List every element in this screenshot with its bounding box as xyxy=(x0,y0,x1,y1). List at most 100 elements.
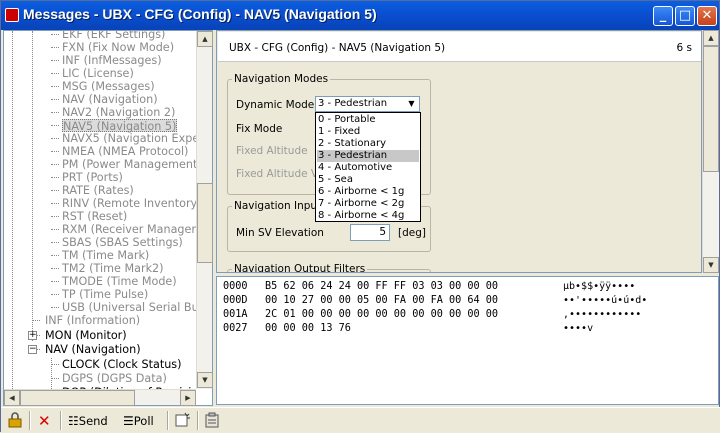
hex-bytes[interactable]: 00 00 00 13 76 xyxy=(265,322,351,336)
maximize-button[interactable]: □ xyxy=(675,6,695,26)
dynamic-model-option[interactable]: 6 - Airborne < 1g xyxy=(317,186,419,198)
tree-item[interactable]: TM (Time Mark) xyxy=(62,249,149,262)
lock-icon[interactable] xyxy=(8,412,24,430)
tree-item[interactable]: PM (Power Management) xyxy=(62,158,196,171)
tree-item[interactable]: RST (Reset) xyxy=(62,210,127,223)
fixed-altitude-label: Fixed Altitude xyxy=(236,145,308,157)
tree-item[interactable]: NAV (Navigation) xyxy=(62,93,158,106)
tree-connector xyxy=(51,364,59,365)
hex-ascii[interactable]: ,•••••••••••• xyxy=(563,308,641,322)
tree-connector xyxy=(51,307,59,308)
min-sv-elevation-input[interactable]: 5 xyxy=(350,224,390,241)
tree-connector xyxy=(51,229,59,230)
navigation-output-legend: Navigation Output Filters xyxy=(234,263,366,273)
dynamic-model-option[interactable]: 2 - Stationary xyxy=(317,138,419,150)
message-tree-panel: EKF (EKF Settings) FXN (Fix Now Mode) INF … xyxy=(3,30,213,406)
scroll-right-arrow-icon[interactable]: ▶ xyxy=(180,390,196,406)
hex-bytes[interactable]: 2C 01 00 00 00 00 00 00 00 00 00 00 00 xyxy=(265,308,498,322)
config-header: UBX - CFG (Config) - NAV5 (Navigation 5)… xyxy=(218,32,701,62)
hex-dump-pane[interactable]: 0000 B5 62 06 24 24 00 FF FF 03 03 00 00 … xyxy=(216,276,719,405)
tree-connector xyxy=(51,216,59,217)
tree-item[interactable]: PRT (Ports) xyxy=(62,171,123,184)
hex-bytes[interactable]: 00 10 27 00 00 05 00 FA 00 FA 00 64 00 xyxy=(265,294,498,308)
tree-item[interactable]: EKF (EKF Settings) xyxy=(62,31,165,41)
toolbar-separator xyxy=(197,411,199,430)
minimize-button[interactable]: _ xyxy=(653,6,673,26)
scroll-up-arrow-icon[interactable]: ▲ xyxy=(197,31,213,47)
tree-item[interactable]: INF (InfMessages) xyxy=(62,54,162,67)
navigation-output-filters-group: Navigation Output Filters xyxy=(227,263,431,273)
chevron-down-icon[interactable]: ▼ xyxy=(405,98,418,110)
scroll-down-arrow-icon[interactable]: ▼ xyxy=(703,257,719,273)
title-bar[interactable]: Messages - UBX - CFG (Config) - NAV5 (Na… xyxy=(1,1,719,30)
toolbar-separator xyxy=(167,411,169,430)
hex-bytes[interactable]: B5 62 06 24 24 00 FF FF 03 03 00 00 00 xyxy=(265,280,498,294)
message-tree[interactable]: EKF (EKF Settings) FXN (Fix Now Mode) INF … xyxy=(4,31,196,389)
tree-item[interactable]: TMODE (Time Mode) xyxy=(62,275,177,288)
scroll-thumb[interactable] xyxy=(197,183,213,263)
scroll-thumb[interactable] xyxy=(703,46,719,172)
dynamic-model-option[interactable]: 0 - Portable xyxy=(317,114,419,126)
tree-item[interactable]: NAV2 (Navigation 2) xyxy=(62,106,175,119)
tree-item[interactable]: INF (Information) xyxy=(45,314,140,327)
scroll-left-arrow-icon[interactable]: ◀ xyxy=(4,390,20,406)
autopoll-icon[interactable] xyxy=(175,412,193,430)
tree-item[interactable]: MON (Monitor) xyxy=(45,329,127,342)
dynamic-model-option[interactable]: 3 - Pedestrian xyxy=(317,150,419,162)
tree-item[interactable]: NAV5 (Navigation 5) xyxy=(62,119,178,133)
tree-item[interactable]: FXN (Fix Now Mode) xyxy=(62,41,174,54)
send-button[interactable]: ☷Send xyxy=(68,412,108,430)
scroll-down-arrow-icon[interactable]: ▼ xyxy=(197,372,213,388)
dynamic-model-dropdown-list[interactable]: 0 - Portable 1 - Fixed 2 - Stationary 3 - P… xyxy=(315,112,421,222)
tree-item[interactable]: TP (Time Pulse) xyxy=(62,288,148,301)
dynamic-model-label: Dynamic Model xyxy=(236,99,318,111)
hex-ascii[interactable]: ••'•••••ú•ú•d• xyxy=(563,294,647,308)
app-icon xyxy=(5,8,19,22)
dynamic-model-option[interactable]: 5 - Sea xyxy=(317,174,419,186)
poll-button[interactable]: ☰Poll xyxy=(123,412,154,430)
hex-offset: 0027 xyxy=(223,323,248,334)
dynamic-model-select[interactable]: 3 - Pedestrian ▼ xyxy=(315,96,420,112)
tree-expander-icon[interactable]: + xyxy=(28,331,37,340)
navigation-modes-legend: Navigation Modes xyxy=(234,73,329,85)
tree-item[interactable]: CLOCK (Clock Status) xyxy=(62,358,181,371)
tree-item[interactable]: DGPS (DGPS Data) xyxy=(62,372,167,385)
hex-ascii[interactable]: ••••v xyxy=(563,322,593,336)
tree-item[interactable]: RATE (Rates) xyxy=(62,184,134,197)
tree-item[interactable]: RINV (Remote Inventory) xyxy=(62,197,196,210)
tree-vertical-scrollbar[interactable]: ▲ ▼ xyxy=(196,31,213,389)
tree-item[interactable]: NAV (Navigation) xyxy=(45,343,141,356)
scroll-up-arrow-icon[interactable]: ▲ xyxy=(703,30,719,46)
delete-icon[interactable]: ✕ xyxy=(38,412,54,430)
tree-item[interactable]: USB (Universal Serial Bus xyxy=(62,301,196,314)
dynamic-model-option[interactable]: 4 - Automotive xyxy=(317,162,419,174)
tree-expander-icon[interactable]: − xyxy=(28,345,37,354)
tree-item[interactable]: TM2 (Time Mark2) xyxy=(62,262,164,275)
hex-ascii[interactable]: µb•$$•ÿÿ•••• xyxy=(563,280,635,294)
tree-connector xyxy=(51,164,59,165)
tree-connector xyxy=(51,242,59,243)
tree-horizontal-scrollbar[interactable]: ◀ ▶ xyxy=(4,389,196,406)
tree-item[interactable]: NMEA (NMEA Protocol) xyxy=(62,145,188,158)
tree-connector xyxy=(51,47,59,48)
dynamic-model-option[interactable]: 8 - Airborne < 4g xyxy=(317,210,419,222)
tree-connector xyxy=(51,281,59,282)
dynamic-model-option[interactable]: 7 - Airborne < 2g xyxy=(317,198,419,210)
tree-item[interactable]: SBAS (SBAS Settings) xyxy=(62,236,183,249)
close-button[interactable]: ✕ xyxy=(697,6,717,26)
tree-item[interactable]: NAVX5 (Navigation Exper xyxy=(62,132,196,145)
tree-connector xyxy=(51,177,59,178)
tree-item[interactable]: LIC (License) xyxy=(62,67,134,80)
send-icon: ☷ xyxy=(68,414,79,428)
config-vertical-scrollbar[interactable]: ▲ ▼ xyxy=(702,30,719,273)
dynamic-model-option[interactable]: 1 - Fixed xyxy=(317,126,419,138)
clipboard-icon[interactable] xyxy=(205,412,221,430)
poll-icon: ☰ xyxy=(123,414,134,428)
tree-connector xyxy=(51,138,59,139)
tree-connector xyxy=(51,34,59,35)
tree-guide-line xyxy=(12,31,13,389)
min-sv-unit-label: [deg] xyxy=(398,227,426,239)
tree-item[interactable]: RXM (Receiver Manager) xyxy=(62,223,196,236)
tree-item[interactable]: MSG (Messages) xyxy=(62,80,155,93)
scroll-thumb[interactable] xyxy=(20,390,135,406)
